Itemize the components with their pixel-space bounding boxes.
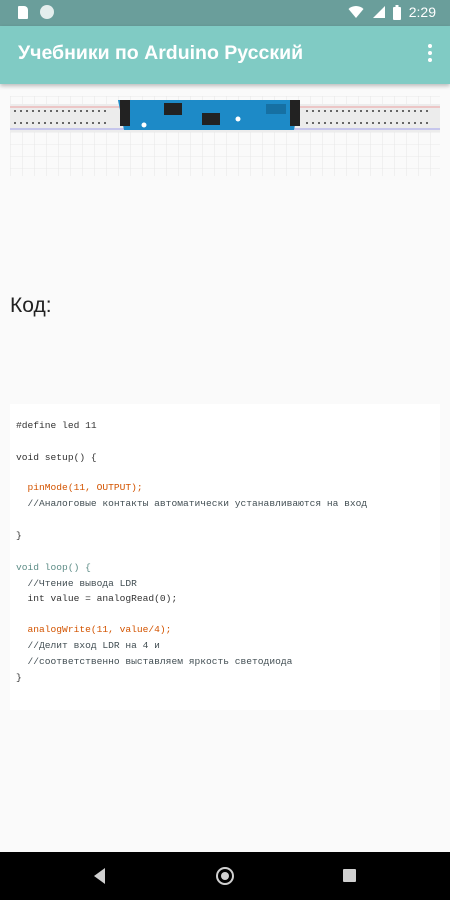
code-block: #define led 11 void setup() { pinMode(11… bbox=[10, 404, 440, 710]
signal-icon bbox=[372, 6, 385, 18]
overflow-menu-icon[interactable] bbox=[424, 44, 436, 66]
app-bar: Учебники по Arduino Русский bbox=[0, 26, 450, 84]
code-line: //Делит вход LDR на 4 и bbox=[16, 640, 160, 651]
code-line: int value = analogRead(0); bbox=[16, 593, 178, 604]
sd-card-icon bbox=[18, 5, 28, 19]
status-bar: 2:29 bbox=[0, 0, 450, 26]
battery-icon bbox=[392, 4, 401, 20]
clock: 2:29 bbox=[408, 4, 436, 20]
code-line: //Чтение вывода LDR bbox=[16, 578, 137, 589]
app-title: Учебники по Arduino Русский bbox=[18, 42, 304, 64]
arduino-breadboard-image bbox=[10, 96, 440, 176]
code-line: //соответственно выставляем яркость свет… bbox=[16, 656, 293, 667]
code-line: void loop() { bbox=[16, 562, 91, 573]
code-line: void setup() { bbox=[16, 452, 97, 463]
navigation-bar bbox=[0, 852, 450, 900]
back-icon[interactable] bbox=[94, 868, 105, 884]
code-line: } bbox=[16, 672, 22, 683]
code-line: pinMode(11, OUTPUT); bbox=[16, 482, 143, 493]
code-line: analogWrite(11, value/4); bbox=[16, 624, 172, 635]
code-heading: Код: bbox=[10, 294, 52, 317]
code-line: #define led 11 bbox=[16, 420, 97, 431]
code-line: //Аналоговые контакты автоматически уста… bbox=[16, 498, 368, 509]
code-line: } bbox=[16, 530, 22, 541]
wifi-icon bbox=[348, 6, 364, 19]
recents-icon[interactable] bbox=[343, 869, 356, 882]
home-icon[interactable] bbox=[216, 867, 234, 885]
circle-notification-icon bbox=[40, 5, 54, 19]
